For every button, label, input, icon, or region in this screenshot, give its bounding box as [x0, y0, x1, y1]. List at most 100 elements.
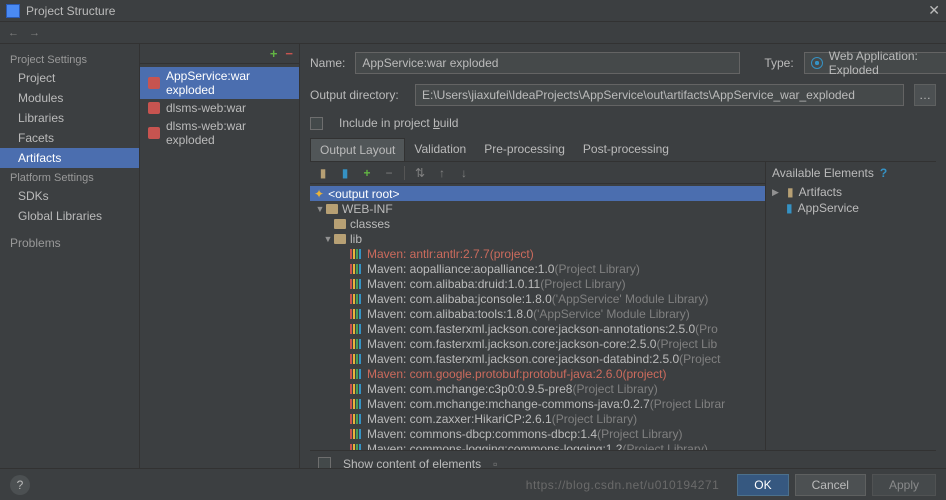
down-icon[interactable]: ↓ [457, 166, 471, 180]
remove-icon[interactable]: − [382, 166, 396, 180]
expand-icon[interactable]: ▼ [314, 204, 326, 214]
app-icon [6, 4, 20, 18]
ok-button[interactable]: OK [737, 474, 788, 496]
tab-output-layout[interactable]: Output Layout [310, 138, 405, 161]
tree-root[interactable]: ✦<output root> [310, 186, 765, 201]
available-elements-panel: Available Elements? ▶▮Artifacts ▮AppServ… [766, 162, 936, 450]
tree-lib-item[interactable]: Maven: antlr:antlr:2.7.7 (project) [310, 246, 765, 261]
tree-lib-item[interactable]: Maven: com.google.protobuf:protobuf-java… [310, 366, 765, 381]
sort-icon[interactable]: ⇅ [413, 166, 427, 180]
tree-lib-item[interactable]: Maven: com.alibaba:druid:1.0.11 (Project… [310, 276, 765, 291]
tree-lib-item[interactable]: Maven: com.fasterxml.jackson.core:jackso… [310, 336, 765, 351]
sidebar-item-artifacts[interactable]: Artifacts [0, 148, 139, 168]
library-icon [350, 399, 361, 409]
expand-icon[interactable]: ▼ [322, 234, 334, 244]
library-icon [350, 249, 361, 259]
library-icon [350, 384, 361, 394]
tree-lib-item[interactable]: Maven: com.alibaba:tools:1.8.0 ('AppServ… [310, 306, 765, 321]
cancel-button[interactable]: Cancel [795, 474, 866, 496]
titlebar: Project Structure ✕ [0, 0, 946, 22]
tree-lib-item[interactable]: Maven: com.mchange:c3p0:0.9.5-pre8 (Proj… [310, 381, 765, 396]
war-icon [148, 77, 160, 89]
library-icon [350, 279, 361, 289]
nav-toolbar: ← → [0, 22, 946, 44]
tree-lib-item[interactable]: Maven: com.alibaba:jconsole:1.8.0 ('AppS… [310, 291, 765, 306]
help-icon[interactable]: ? [880, 166, 887, 180]
folder-icon [326, 204, 338, 214]
tree-folder[interactable]: ▼WEB-INF [310, 201, 765, 216]
add-icon[interactable]: + [360, 166, 374, 180]
tree-folder[interactable]: ▼lib [310, 231, 765, 246]
available-elements-heading: Available Elements [772, 166, 874, 180]
separator [404, 166, 405, 180]
help-button[interactable]: ? [10, 475, 30, 495]
library-icon [350, 264, 361, 274]
sidebar-item-problems[interactable]: Problems [0, 226, 139, 253]
tree-lib-item[interactable]: Maven: commons-logging:commons-logging:1… [310, 441, 765, 450]
sidebar-item-facets[interactable]: Facets [0, 128, 139, 148]
remove-icon[interactable]: − [285, 46, 293, 61]
available-artifacts[interactable]: ▶▮Artifacts [772, 184, 930, 200]
tree-lib-item[interactable]: Maven: commons-dbcp:commons-dbcp:1.4 (Pr… [310, 426, 765, 441]
include-label: Include in project build [339, 116, 458, 130]
watermark: https://blog.csdn.net/u010194271 [526, 478, 719, 492]
back-icon[interactable]: ← [8, 27, 19, 39]
artifact-row[interactable]: dlsms-web:war exploded [140, 117, 299, 149]
output-dir-label: Output directory: [310, 88, 405, 102]
project-settings-heading: Project Settings [0, 50, 139, 68]
type-dropdown[interactable]: Web Application: Exploded [804, 52, 946, 74]
artifact-row[interactable]: AppService:war exploded [140, 67, 299, 99]
content-panel: Name: Type: Web Application: Exploded ▼ … [300, 44, 946, 476]
tab-pre-processing[interactable]: Pre-processing [475, 138, 574, 161]
name-label: Name: [310, 56, 345, 70]
tree-lib-item[interactable]: Maven: com.fasterxml.jackson.core:jackso… [310, 321, 765, 336]
sidebar-item-global-libraries[interactable]: Global Libraries [0, 206, 139, 226]
expand-icon[interactable]: ▶ [772, 187, 782, 198]
library-icon [350, 369, 361, 379]
tab-validation[interactable]: Validation [405, 138, 475, 161]
platform-settings-heading: Platform Settings [0, 168, 139, 186]
root-icon: ✦ [314, 187, 324, 201]
available-module[interactable]: ▮AppService [772, 200, 930, 216]
artifact-row[interactable]: dlsms-web:war [140, 99, 299, 117]
artifacts-list: AppService:war exploded dlsms-web:war dl… [140, 64, 299, 149]
library-icon [350, 294, 361, 304]
tree-lib-item[interactable]: Maven: com.mchange:mchange-commons-java:… [310, 396, 765, 411]
folder-icon[interactable]: ▮ [316, 166, 330, 180]
tab-post-processing[interactable]: Post-processing [574, 138, 678, 161]
tree-folder[interactable]: classes [310, 216, 765, 231]
include-checkbox[interactable] [310, 117, 323, 130]
artifact-label: dlsms-web:war [166, 101, 246, 115]
folder-icon: ▮ [787, 185, 794, 199]
globe-icon [811, 57, 823, 69]
sidebar-item-project[interactable]: Project [0, 68, 139, 88]
close-icon[interactable]: ✕ [928, 2, 940, 19]
up-icon[interactable]: ↑ [435, 166, 449, 180]
tree-lib-item[interactable]: Maven: com.fasterxml.jackson.core:jackso… [310, 351, 765, 366]
folder-icon [334, 234, 346, 244]
forward-icon[interactable]: → [29, 27, 40, 39]
output-tree[interactable]: ✦<output root> ▼WEB-INF classes ▼lib Mav… [310, 184, 765, 450]
module-icon: ▮ [786, 201, 793, 215]
output-dir-input[interactable] [415, 84, 904, 106]
tree-lib-item[interactable]: Maven: aopalliance:aopalliance:1.0 (Proj… [310, 261, 765, 276]
type-label: Type: [764, 56, 793, 70]
sidebar-item-modules[interactable]: Modules [0, 88, 139, 108]
folder-icon [334, 219, 346, 229]
library-icon [350, 354, 361, 364]
war-icon [148, 102, 160, 114]
artifact-label: dlsms-web:war exploded [166, 119, 291, 147]
file-icon[interactable]: ▮ [338, 166, 352, 180]
output-tree-panel: ▮ ▮ + − ⇅ ↑ ↓ ✦<output root> ▼WEB-INF cl… [310, 162, 766, 450]
artifacts-toolbar: + − [140, 44, 299, 64]
browse-button[interactable]: … [914, 84, 936, 106]
sidebar-item-sdks[interactable]: SDKs [0, 186, 139, 206]
apply-button[interactable]: Apply [872, 474, 936, 496]
library-icon [350, 414, 361, 424]
tree-lib-item[interactable]: Maven: com.zaxxer:HikariCP:2.6.1 (Projec… [310, 411, 765, 426]
name-input[interactable] [355, 52, 740, 74]
tree-toolbar: ▮ ▮ + − ⇅ ↑ ↓ [310, 162, 765, 184]
add-icon[interactable]: + [270, 46, 278, 61]
artifact-label: AppService:war exploded [166, 69, 291, 97]
sidebar-item-libraries[interactable]: Libraries [0, 108, 139, 128]
